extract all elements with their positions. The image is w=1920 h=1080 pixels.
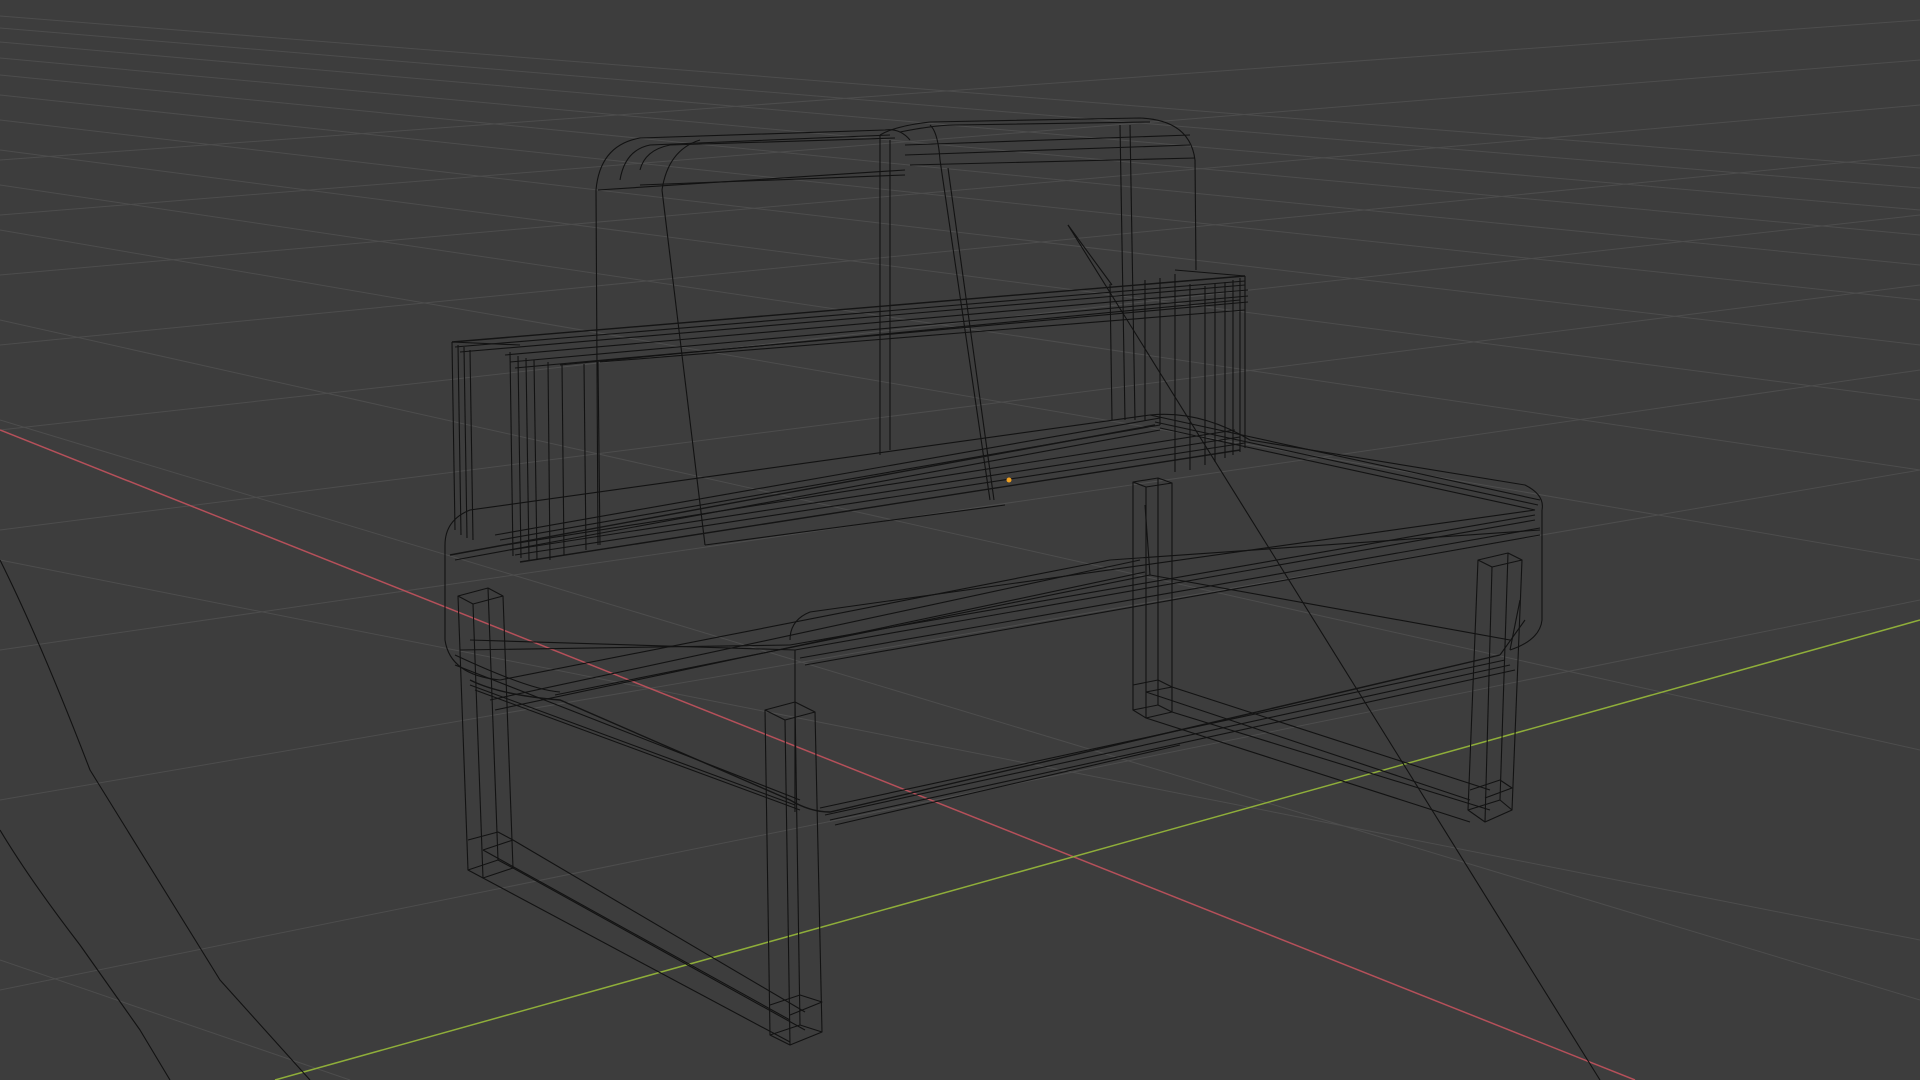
y-axis-line [274, 619, 1920, 1080]
legs[interactable] [457, 477, 1523, 1046]
leg-back-right[interactable] [1467, 552, 1523, 823]
floor-grid [0, 15, 1920, 1080]
back-frame[interactable] [451, 269, 1249, 563]
object-origin-point[interactable] [1006, 477, 1012, 483]
bench-seat[interactable] [444, 413, 1543, 826]
leg-back-left[interactable] [1132, 477, 1491, 823]
backrest-cushion[interactable] [595, 117, 1197, 546]
leg-front-left[interactable] [457, 587, 806, 1043]
stray-edges [0, 224, 1601, 1080]
viewport-canvas[interactable] [0, 0, 1920, 1080]
3d-viewport[interactable] [0, 0, 1920, 1080]
x-axis-line [0, 429, 1636, 1080]
axis-lines [0, 429, 1920, 1080]
bench-model[interactable] [444, 117, 1543, 1046]
